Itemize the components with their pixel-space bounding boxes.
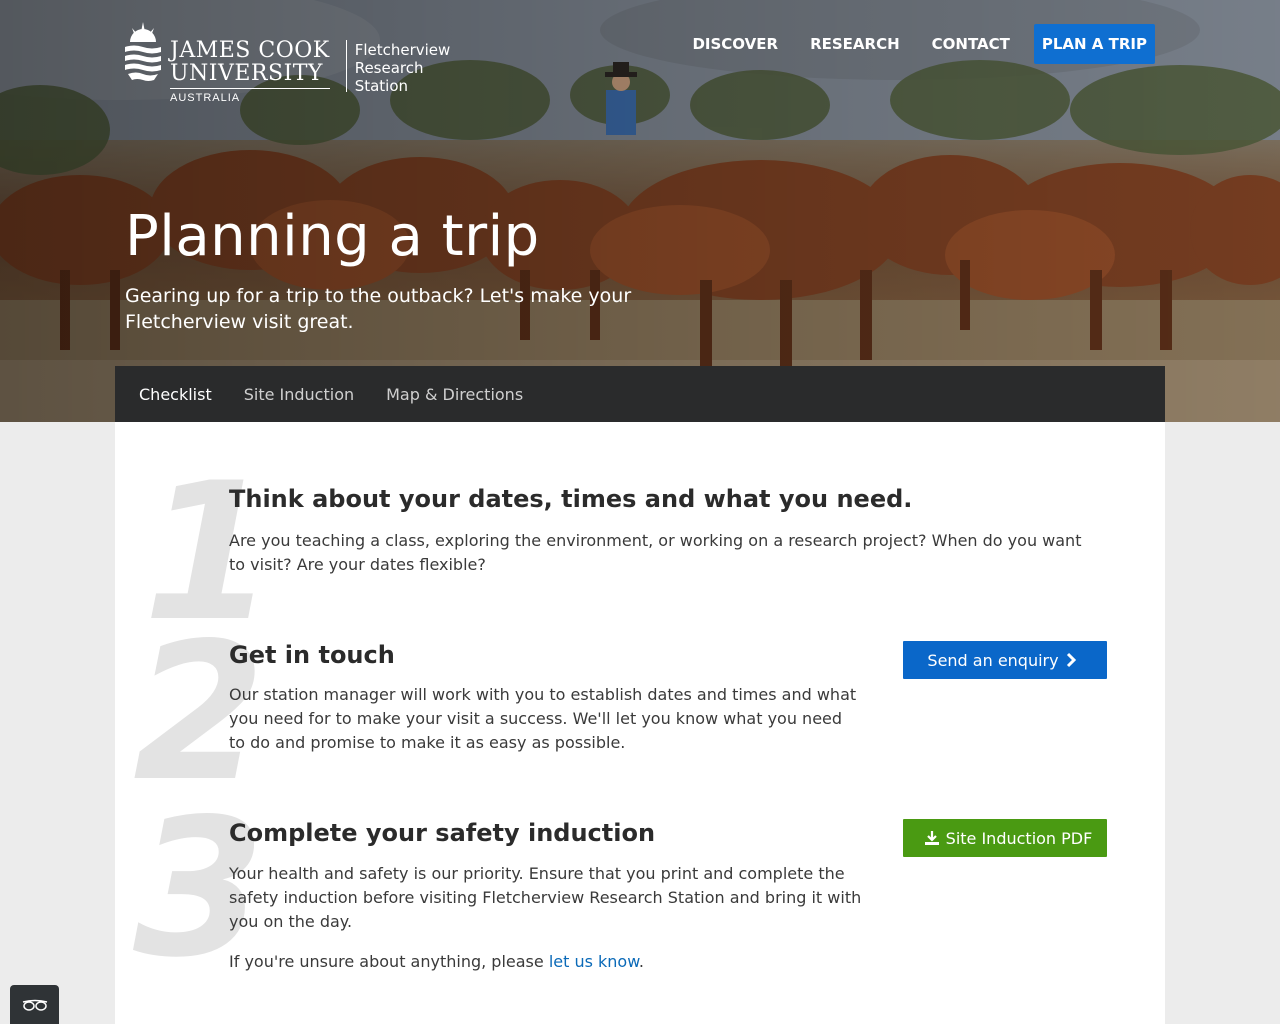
page-title: Planning a trip	[125, 204, 540, 269]
station-name-line3: Station	[354, 77, 409, 95]
step-note: If you're unsure about anything, please …	[229, 950, 869, 974]
let-us-know-link[interactable]: let us know	[549, 952, 639, 971]
university-country: AUSTRALIA	[170, 92, 241, 104]
section-tabs: Checklist Site Induction Map & Direction…	[115, 366, 1165, 422]
station-name: Fletcherview Research Station	[355, 41, 451, 95]
accessibility-widget-button[interactable]	[10, 985, 59, 1024]
site-induction-pdf-button[interactable]: Site Induction PDF	[903, 819, 1107, 857]
step-body: Your health and safety is our priority. …	[229, 864, 862, 931]
tab-checklist[interactable]: Checklist	[139, 385, 212, 404]
chevron-right-icon	[1065, 652, 1077, 668]
checklist-content: 1 Think about your dates, times and what…	[115, 422, 1165, 1024]
tab-site-induction[interactable]: Site Induction	[244, 385, 354, 404]
glasses-icon	[22, 999, 47, 1011]
station-name-line2: Research	[354, 59, 424, 77]
send-enquiry-label: Send an enquiry	[927, 650, 1059, 670]
nav-research[interactable]: RESEARCH	[810, 25, 900, 63]
step-heading: Complete your safety induction	[229, 819, 656, 847]
jcu-sunrise-logo-icon	[125, 22, 161, 81]
university-name-line1: JAMES COOK	[170, 38, 330, 63]
station-name-line1: Fletcherview	[354, 41, 451, 59]
nav-contact[interactable]: CONTACT	[932, 25, 1010, 63]
site-logo[interactable]: JAMES COOK UNIVERSITY AUSTRALIA Fletcher…	[124, 20, 451, 104]
nav-discover[interactable]: DISCOVER	[692, 25, 778, 63]
logo-divider	[345, 40, 347, 92]
site-induction-pdf-label: Site Induction PDF	[945, 828, 1093, 848]
university-wordmark: JAMES COOK UNIVERSITY AUSTRALIA	[170, 20, 330, 104]
university-name-line2: UNIVERSITY	[170, 63, 330, 89]
step-body: Our station manager will work with you t…	[229, 685, 857, 752]
hero-banner: JAMES COOK UNIVERSITY AUSTRALIA Fletcher…	[0, 0, 1280, 422]
page-subtitle: Gearing up for a trip to the outback? Le…	[125, 285, 632, 333]
note-suffix: .	[638, 952, 644, 971]
step-heading: Get in touch	[229, 641, 395, 669]
note-prefix: If you're unsure about anything, please	[229, 952, 549, 971]
plan-a-trip-button[interactable]: PLAN A TRIP	[1033, 24, 1155, 64]
send-enquiry-button[interactable]: Send an enquiry	[903, 641, 1107, 679]
tab-map-directions[interactable]: Map & Directions	[386, 385, 523, 404]
main-nav: DISCOVER RESEARCH CONTACT PLAN A TRIP	[660, 24, 1155, 64]
download-icon	[924, 830, 940, 846]
step-body: Are you teaching a class, exploring the …	[229, 531, 1082, 574]
step-heading: Think about your dates, times and what y…	[229, 485, 913, 513]
